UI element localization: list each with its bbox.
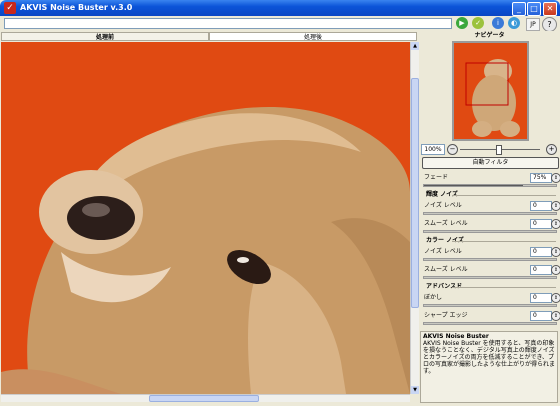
settings-panel: ナビゲータ 100% − + 自動フィルタ フェード 75% ⇕ 輝度 ノイズ … xyxy=(419,31,560,406)
fade-label: フェード xyxy=(424,174,449,181)
scroll-up-icon[interactable]: ▲ xyxy=(411,42,419,50)
blur-row: ぼかし 0 ⇕ xyxy=(422,293,560,303)
col-smooth-slider[interactable] xyxy=(423,276,557,279)
fade-row: フェード 75% ⇕ xyxy=(422,173,560,183)
fade-value[interactable]: 75% xyxy=(530,173,552,183)
title-bar: ✓ AKVIS Noise Buster v.3.0 _ □ ✕ xyxy=(0,0,560,16)
zoom-value[interactable]: 100% xyxy=(421,144,445,155)
scroll-down-icon[interactable]: ▼ xyxy=(411,386,419,394)
col-smooth-value[interactable]: 0 xyxy=(530,265,552,275)
col-smooth-label: スムーズ レベル xyxy=(424,266,468,273)
toolbar: ▶ ✓ i ◐ JP ? xyxy=(0,16,560,32)
zoom-row: 100% − + xyxy=(421,144,558,155)
auto-filter-button[interactable]: 自動フィルタ xyxy=(422,157,559,169)
lum-noise-value[interactable]: 0 xyxy=(530,201,552,211)
tab-before[interactable]: 処理前 xyxy=(1,32,209,41)
window-title: AKVIS Noise Buster v.3.0 xyxy=(20,3,133,12)
lum-noise-label: ノイズ レベル xyxy=(424,202,462,209)
minimize-button[interactable]: _ xyxy=(512,2,526,16)
navigator-image xyxy=(454,43,527,139)
help-box: AKVIS Noise Buster AKVIS Noise Buster を使… xyxy=(420,331,558,403)
fade-spin-icon[interactable]: ⇕ xyxy=(551,173,560,183)
navigator-preview[interactable] xyxy=(452,41,529,141)
lum-noise-row: ノイズ レベル 0 ⇕ xyxy=(422,201,560,211)
col-noise-value[interactable]: 0 xyxy=(530,247,552,257)
settings-icon[interactable]: ◐ xyxy=(508,17,520,29)
close-button[interactable]: ✕ xyxy=(543,2,557,16)
language-button[interactable]: JP xyxy=(526,18,540,31)
col-smooth-spin-icon[interactable]: ⇕ xyxy=(551,265,560,275)
zoom-out-icon[interactable]: − xyxy=(447,144,458,155)
navigator-title: ナビゲータ xyxy=(474,32,505,39)
dog-photo xyxy=(1,42,410,394)
fade-slider-fill xyxy=(424,185,523,186)
col-smooth-row: スムーズ レベル 0 ⇕ xyxy=(422,265,560,275)
horizontal-scroll-thumb[interactable] xyxy=(149,395,259,402)
blur-label: ぼかし xyxy=(424,294,443,301)
col-noise-row: ノイズ レベル 0 ⇕ xyxy=(422,247,560,257)
lum-smooth-slider[interactable] xyxy=(423,230,557,233)
help-title: AKVIS Noise Buster xyxy=(423,333,489,340)
advanced-group: アドバンスド xyxy=(422,283,558,291)
akvis-logo-icon: ✓ xyxy=(4,2,16,14)
apply-icon[interactable]: ✓ xyxy=(472,17,484,29)
sharp-row: シャープ エッジ 0 ⇕ xyxy=(422,311,560,321)
sharp-label: シャープ エッジ xyxy=(424,312,468,319)
blur-value[interactable]: 0 xyxy=(530,293,552,303)
lum-smooth-spin-icon[interactable]: ⇕ xyxy=(551,219,560,229)
lum-noise-slider[interactable] xyxy=(423,212,557,215)
lum-smooth-label: スムーズ レベル xyxy=(424,220,468,227)
zoom-slider-thumb[interactable] xyxy=(496,145,502,155)
luminance-group: 輝度 ノイズ xyxy=(422,191,558,199)
sharp-slider[interactable] xyxy=(423,322,557,325)
image-canvas[interactable] xyxy=(1,42,410,394)
col-noise-slider[interactable] xyxy=(423,258,557,261)
vertical-scrollbar[interactable]: ▲ ▼ xyxy=(410,42,419,394)
status-bar xyxy=(0,402,418,406)
col-noise-label: ノイズ レベル xyxy=(424,248,462,255)
fade-slider[interactable] xyxy=(423,184,557,187)
blur-slider[interactable] xyxy=(423,304,557,307)
run-icon[interactable]: ▶ xyxy=(456,17,468,29)
help-text: AKVIS Noise Buster を使用すると、写真の印象を損なうことなく、… xyxy=(423,340,556,375)
help-button[interactable]: ? xyxy=(542,17,557,32)
lum-smooth-value[interactable]: 0 xyxy=(530,219,552,229)
sharp-spin-icon[interactable]: ⇕ xyxy=(551,311,560,321)
vertical-scroll-thumb[interactable] xyxy=(411,78,419,308)
file-path-field[interactable] xyxy=(4,18,452,29)
lum-smooth-row: スムーズ レベル 0 ⇕ xyxy=(422,219,560,229)
color-group: カラー ノイズ xyxy=(422,237,558,245)
view-tabs: 処理前 処理後 xyxy=(0,31,418,42)
blur-spin-icon[interactable]: ⇕ xyxy=(551,293,560,303)
info-icon[interactable]: i xyxy=(492,17,504,29)
sharp-value[interactable]: 0 xyxy=(530,311,552,321)
col-noise-spin-icon[interactable]: ⇕ xyxy=(551,247,560,257)
lum-noise-spin-icon[interactable]: ⇕ xyxy=(551,201,560,211)
zoom-in-icon[interactable]: + xyxy=(546,144,557,155)
maximize-button[interactable]: □ xyxy=(527,2,541,16)
tab-after[interactable]: 処理後 xyxy=(209,32,417,41)
